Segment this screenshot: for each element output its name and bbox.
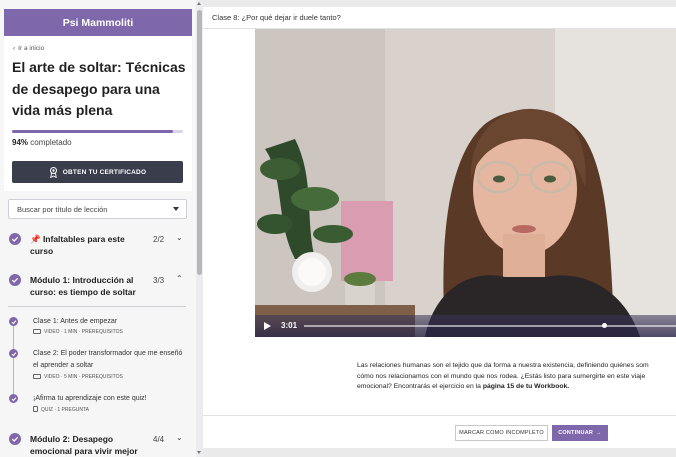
description-text: emocional? Encontrarás el ejercicio en l… [357,383,483,390]
check-dot-icon [9,394,18,403]
lesson-item[interactable]: Clase 1: Antes de empezar VIDEO · 1 MIN … [4,317,192,339]
video-frame [255,29,676,337]
scroll-up-arrow-icon[interactable] [197,2,201,5]
chevron-up-icon[interactable]: ⌃ [176,274,183,283]
lesson-meta: QUIZ · 1 PREGUNTA [33,406,89,413]
progress-percent: 94% [12,138,29,147]
certificate-button-label: OBTEN TU CERTIFICADO [62,168,147,176]
lesson-meta-text: VIDEO · 5 MIN · PREREQUISITOS [44,374,123,380]
lesson-heading: Clase 8: ¿Por qué dejar ir duele tanto? [212,13,341,22]
lesson-title: ¡Afirma tu aprendizaje con este quiz! [33,395,147,402]
lesson-item[interactable]: Clase 2: El poder transformador que me e… [4,349,192,383]
lesson-search-placeholder: Buscar por título de lección [17,204,108,214]
scroll-down-arrow-icon[interactable] [197,451,201,454]
section-title: Módulo 1: Introducción al curso: es tiem… [30,275,136,297]
lesson-item[interactable]: ¡Afirma tu aprendizaje con este quiz! QU… [4,394,192,416]
description-line: emocional? Encontrarás el ejercicio en l… [357,382,676,393]
mark-incomplete-label: MARCAR COMO INCOMPLETO [459,430,544,436]
check-circle-icon [9,233,21,245]
lesson-meta-text: VIDEO · 1 MIN · PREREQUISITOS [44,329,123,335]
lesson-meta: VIDEO · 1 MIN · PREREQUISITOS [33,329,123,335]
progress-text: 94% completado [12,138,72,147]
get-certificate-button[interactable]: OBTEN TU CERTIFICADO [12,161,183,183]
chevron-down-icon[interactable]: ⌄ [176,433,183,442]
chevron-down-icon[interactable]: ⌄ [176,233,183,242]
video-seek-bar[interactable] [304,325,676,327]
continue-button[interactable]: CONTINUAR → [552,425,608,441]
course-sidebar: Psi Mammoliti ‹ Ir a inicio El arte de so… [0,0,196,457]
lesson-meta: VIDEO · 5 MIN · PREREQUISITOS [33,374,123,380]
section-divider [8,306,186,307]
progress-label: completado [30,138,72,147]
mark-incomplete-button[interactable]: MARCAR COMO INCOMPLETO [455,425,548,441]
video-controls: 3:01 [255,315,676,337]
lesson-title: Clase 1: Antes de empezar [33,318,118,325]
sidebar-scroll-thumb[interactable] [197,10,202,275]
video-seek-thumb[interactable] [602,323,607,328]
lesson-description: Las relaciones humanas son el tejido que… [357,361,676,393]
lesson-content: Clase 8: ¿Por qué dejar ir duele tanto? [203,7,676,448]
check-circle-icon [9,433,21,445]
section-count: 4/4 [153,435,165,444]
check-dot-icon [9,349,18,358]
brand-header[interactable]: Psi Mammoliti [4,9,192,36]
lesson-title: Clase 2: El poder transformador que me e… [33,350,183,369]
section-infaltables[interactable]: 📌 Infaltables para este curso 2/2 ⌄ [4,232,192,258]
video-icon [33,329,41,334]
course-title: El arte de soltar: Técnicas de desapego … [12,59,186,118]
lesson-footer: MARCAR COMO INCOMPLETO CONTINUAR → [203,415,676,448]
arrow-right-icon: → [596,430,602,436]
certificate-icon [49,166,58,178]
lesson-search-select[interactable]: Buscar por título de lección [8,199,187,219]
course-progress-fill [12,130,173,133]
sidebar-scrollbar[interactable] [196,0,203,457]
section-title: Módulo 2: Desapego emocional para vivir … [30,434,138,456]
section-title: 📌 Infaltables para este curso [30,234,125,256]
check-circle-icon [9,274,21,286]
section-count: 2/2 [153,235,165,244]
section-count: 3/3 [153,276,165,285]
section-modulo-1[interactable]: Módulo 1: Introducción al curso: es tiem… [4,274,192,302]
course-progress-bar [12,130,183,133]
video-time: 3:01 [281,321,298,330]
check-dot-icon [9,317,18,326]
quiz-icon [33,406,38,412]
description-line: cómo nos relacionamos con el mundo que n… [357,372,646,380]
caret-down-icon [173,207,179,211]
play-icon[interactable] [264,322,271,330]
section-modulo-2[interactable]: Módulo 2: Desapego emocional para vivir … [4,432,192,457]
chevron-left-icon: ‹ [13,45,16,52]
course-card: ‹ Ir a inicio El arte de soltar: Técnicas… [4,36,192,191]
video-player[interactable]: 3:01 [255,29,676,337]
workbook-reference: página 15 de tu Workbook. [482,383,570,390]
description-line: Las relaciones humanas son el tejido que… [357,362,649,369]
lesson-meta-text: QUIZ · 1 PREGUNTA [41,407,89,413]
video-icon [33,374,41,379]
back-to-home-link[interactable]: ‹ Ir a inicio [13,45,44,52]
back-link-label: Ir a inicio [18,45,45,52]
lesson-header: Clase 8: ¿Por qué dejar ir duele tanto? [203,7,676,29]
brand-name: Psi Mammoliti [62,16,134,29]
continue-label: CONTINUAR [558,430,594,436]
